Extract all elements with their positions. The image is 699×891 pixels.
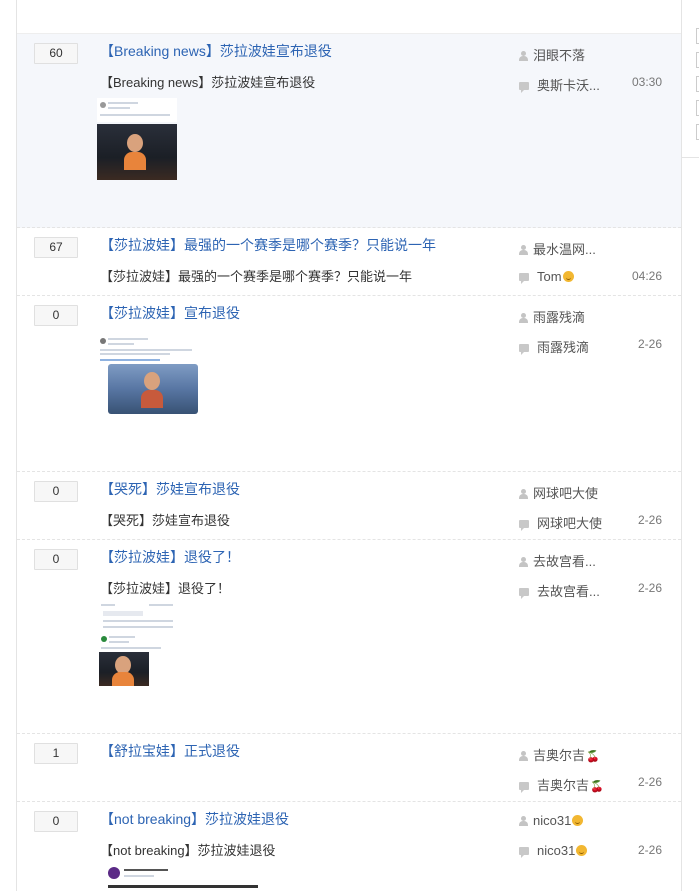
reply-icon [519,273,529,284]
reply-count-badge: 60 [34,43,78,64]
thread-thumbnail[interactable] [99,602,177,686]
thread-row: 1 【舒拉宝娃】正式退役 吉奥尔吉🍒 吉奥尔吉🍒 2-26 [17,734,681,802]
reply-count-badge: 0 [34,305,78,326]
thread-row: 0 【not breaking】莎拉波娃退役 【not breaking】莎拉波… [17,802,681,891]
thread-row: 0 【莎拉波娃】宣布退役 雨露残滴 雨露残滴 2-26 [17,296,681,472]
thread-title-link[interactable]: 【哭死】莎娃宣布退役 [100,481,240,498]
last-reply-time: 2-26 [637,337,662,351]
thread-abstract: 【莎拉波娃】退役了！ [100,581,231,596]
reply-count-badge: 67 [34,237,78,258]
cherry-emoji-icon: 🍒 [586,751,600,763]
thread-list: 60 【Breaking news】莎拉波娃宣布退役 【Breaking new… [16,0,682,891]
user-icon [519,245,528,255]
thread-author[interactable]: 最水温网... [519,239,596,258]
reply-count-badge: 0 [34,481,78,502]
thread-row: 0 【莎拉波娃】退役了！ 【莎拉波娃】退役了！ 去故宫看... 去故宫看... … [17,540,681,734]
reply-icon [519,520,529,531]
thread-row: 60 【Breaking news】莎拉波娃宣布退役 【Breaking new… [17,34,681,228]
thread-thumbnail[interactable] [104,864,264,891]
thread-abstract: 【not breaking】莎拉波娃退役 [100,843,276,858]
thread-abstract: 【Breaking news】莎拉波娃宣布退役 [100,75,316,90]
user-icon [519,557,528,567]
thread-title-link[interactable]: 【舒拉宝娃】正式退役 [100,743,240,760]
last-reply-user[interactable]: nico31 [519,843,588,858]
cherry-emoji-icon: 🍒 [590,781,604,793]
grin-emoji-icon [572,815,584,826]
reply-icon [519,82,529,93]
reply-icon [519,344,529,355]
user-icon [519,751,528,761]
thread-row: 0 【哭死】莎娃宣布退役 【哭死】莎娃宣布退役 网球吧大使 网球吧大使 2-26 [17,472,681,540]
grin-emoji-icon [576,845,588,856]
last-reply-time: 2-26 [637,513,662,527]
thread-title-link[interactable]: 【Breaking news】莎拉波娃宣布退役 [100,43,332,60]
last-reply-time: 03:30 [631,75,662,89]
thread-author[interactable]: 雨露残滴 [519,307,585,326]
last-reply-user[interactable]: Tom [519,269,574,284]
reply-count-badge: 0 [34,549,78,570]
sidebar-divider [682,157,699,158]
thread-row: 67 【莎拉波娃】最强的一个赛季是哪个赛季？只能说一年 【莎拉波娃】最强的一个赛… [17,228,681,296]
last-reply-user[interactable]: 网球吧大使 [519,513,602,532]
user-icon [519,51,528,61]
thread-author[interactable]: 吉奥尔吉🍒 [519,745,600,764]
reply-icon [519,847,529,858]
right-sidebar-edge [682,0,699,160]
reply-count-badge: 0 [34,811,78,832]
last-reply-time: 2-26 [637,775,662,789]
user-icon [519,816,528,826]
last-reply-time: 2-26 [637,581,662,595]
reply-icon [519,588,529,599]
last-reply-user[interactable]: 去故宫看... [519,581,600,600]
reply-icon [519,782,529,793]
list-header-spacer [17,0,681,34]
last-reply-user[interactable]: 吉奥尔吉🍒 [519,775,604,794]
last-reply-user[interactable]: 奥斯卡沃... [519,75,600,94]
last-reply-time: 04:26 [631,269,662,283]
thread-thumbnail[interactable] [97,334,201,420]
thread-title-link[interactable]: 【莎拉波娃】最强的一个赛季是哪个赛季？只能说一年 [100,237,436,254]
thread-author[interactable]: 网球吧大使 [519,483,598,502]
user-icon [519,313,528,323]
reply-count-badge: 1 [34,743,78,764]
thread-title-link[interactable]: 【莎拉波娃】宣布退役 [100,305,240,322]
user-icon [519,489,528,499]
thread-title-link[interactable]: 【莎拉波娃】退役了！ [100,549,240,566]
grin-emoji-icon [562,271,574,282]
thread-author[interactable]: 去故宫看... [519,551,596,570]
last-reply-time: 2-26 [637,843,662,857]
thread-author[interactable]: 泪眼不落 [519,45,585,64]
thread-thumbnail[interactable] [97,98,177,218]
thread-abstract: 【莎拉波娃】最强的一个赛季是哪个赛季？只能说一年 [100,269,413,284]
last-reply-user[interactable]: 雨露残滴 [519,337,589,356]
thread-author[interactable]: nico31 [519,813,584,828]
thread-abstract: 【哭死】莎娃宣布退役 [100,513,231,528]
thread-title-link[interactable]: 【not breaking】莎拉波娃退役 [100,811,289,828]
